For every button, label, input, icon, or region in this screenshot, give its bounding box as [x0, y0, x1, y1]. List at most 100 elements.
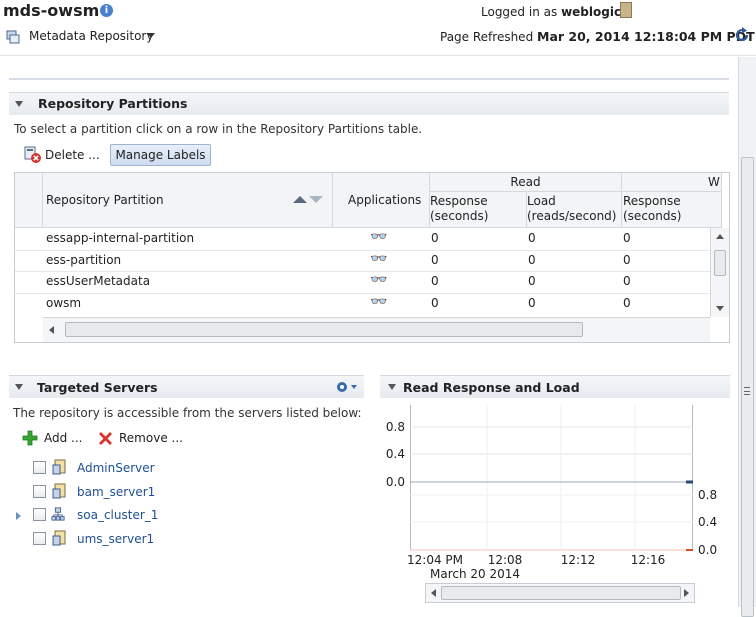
- read-response-value: 0: [431, 253, 439, 267]
- delete-icon[interactable]: [24, 146, 42, 164]
- server-checkbox[interactable]: [33, 532, 46, 545]
- read-response-value: 0: [431, 231, 439, 245]
- server-link[interactable]: soa_cluster_1: [77, 508, 158, 522]
- scrollbar-grip-icon: [744, 387, 750, 395]
- cluster-icon: [51, 507, 65, 521]
- page-title: mds-owsm: [3, 1, 100, 20]
- server-link[interactable]: ums_server1: [77, 532, 154, 546]
- user-menu-icon[interactable]: [620, 2, 632, 18]
- info-icon[interactable]: i: [100, 4, 113, 17]
- scroll-right-icon[interactable]: [684, 589, 689, 597]
- left-axis-tick: 0.4: [386, 447, 405, 461]
- page-refreshed-value: Mar 20, 2014 12:18:04 PM PDT: [537, 29, 755, 44]
- logged-in-status: Logged in as weblogic: [481, 5, 621, 19]
- read-response-chart: 0.0 0.4 0.8 0.0 0.4 0.8 12:04 PM 12:08 12:12 12:1…: [386, 405, 717, 581]
- collapse-icon[interactable]: [388, 384, 396, 390]
- chevron-down-icon[interactable]: [147, 33, 155, 38]
- table-vscroll-thumb[interactable]: [714, 250, 726, 276]
- write-response-value: 0: [623, 296, 631, 310]
- partition-name[interactable]: owsm: [43, 296, 81, 310]
- chart-title: Read Response and Load: [403, 380, 580, 395]
- server-checkbox[interactable]: [33, 485, 46, 498]
- table-vertical-scrollbar[interactable]: [710, 228, 729, 317]
- column-header-read-response-label: Response (seconds): [430, 194, 489, 223]
- column-header-partition[interactable]: Repository Partition: [43, 173, 333, 228]
- view-applications-icon[interactable]: 👓: [367, 251, 387, 267]
- partition-name[interactable]: essapp-internal-partition: [43, 231, 194, 245]
- row-divider: [15, 250, 710, 251]
- content-divider: [9, 78, 729, 80]
- write-response-value: 0: [623, 274, 631, 288]
- column-header-write-response-label: Response (seconds): [623, 194, 682, 223]
- target-menu[interactable]: Metadata Repository: [29, 29, 153, 43]
- column-group-write-label: W: [708, 175, 720, 189]
- column-group-read: Read: [430, 173, 622, 192]
- write-response-value: 0: [623, 231, 631, 245]
- read-load-value: 0: [528, 253, 536, 267]
- column-group-write: W: [622, 173, 722, 192]
- server-link[interactable]: AdminServer: [77, 461, 155, 475]
- x-axis-tick: 12:04 PM: [407, 553, 463, 567]
- server-checkbox[interactable]: [33, 508, 46, 521]
- add-server-button[interactable]: Add ...: [44, 431, 83, 445]
- repository-partitions-title: Repository Partitions: [38, 96, 188, 111]
- x-axis-tick: 12:12: [561, 553, 596, 567]
- chart-hscroll-thumb[interactable]: [441, 586, 681, 600]
- username[interactable]: weblogic: [561, 5, 621, 19]
- metadata-repository-icon: [6, 30, 20, 44]
- sort-ascending-icon[interactable]: [293, 196, 307, 203]
- table-horizontal-scrollbar[interactable]: [43, 317, 710, 342]
- server-link[interactable]: bam_server1: [77, 485, 155, 499]
- read-load-value: 0: [528, 274, 536, 288]
- view-applications-icon[interactable]: 👓: [367, 272, 387, 288]
- scroll-left-icon[interactable]: [431, 589, 436, 597]
- column-header-applications[interactable]: Applications: [333, 173, 430, 228]
- server-icon: [52, 459, 66, 475]
- collapse-icon[interactable]: [15, 101, 23, 107]
- partition-name[interactable]: ess-partition: [43, 253, 121, 267]
- expand-icon[interactable]: [16, 512, 21, 520]
- remove-icon[interactable]: [97, 430, 114, 447]
- targeted-servers-hint: The repository is accessible from the se…: [13, 406, 362, 420]
- column-header-read-response[interactable]: Response (seconds): [430, 192, 527, 228]
- logged-in-label: Logged in as: [481, 5, 558, 19]
- sort-descending-icon[interactable]: [309, 196, 323, 203]
- left-axis-tick: 0.0: [386, 475, 405, 489]
- right-axis-tick: 0.4: [698, 515, 717, 529]
- partitions-hint: To select a partition click on a row in …: [14, 122, 423, 136]
- view-applications-icon[interactable]: 👓: [367, 294, 387, 310]
- manage-labels-button[interactable]: Manage Labels: [110, 144, 211, 166]
- write-response-value: 0: [623, 253, 631, 267]
- scroll-up-icon[interactable]: [716, 234, 724, 239]
- repository-partitions-header[interactable]: Repository Partitions: [9, 92, 729, 115]
- column-header-write-response[interactable]: Response (seconds): [622, 192, 722, 228]
- targeted-servers-header[interactable]: Targeted Servers: [9, 375, 364, 398]
- chart-horizontal-scrollbar[interactable]: [425, 583, 695, 603]
- page-refreshed: Page Refreshed Mar 20, 2014 12:18:04 PM …: [440, 29, 755, 44]
- collapse-icon[interactable]: [15, 384, 23, 390]
- column-header-partition-label: Repository Partition: [46, 193, 164, 207]
- x-axis-tick: 12:08: [488, 553, 523, 567]
- refresh-icon[interactable]: [734, 27, 750, 43]
- delete-button[interactable]: Delete ...: [45, 148, 100, 162]
- read-response-header[interactable]: Read Response and Load: [380, 375, 730, 398]
- read-load-value: 0: [528, 231, 536, 245]
- server-icon: [52, 483, 66, 499]
- targeted-servers-title: Targeted Servers: [37, 380, 158, 395]
- page-refreshed-label: Page Refreshed: [440, 30, 534, 44]
- view-applications-icon[interactable]: 👓: [367, 229, 387, 245]
- table-hscroll-thumb[interactable]: [65, 322, 583, 337]
- read-response-value: 0: [431, 274, 439, 288]
- column-header-read-load[interactable]: Load (reads/second): [527, 192, 622, 228]
- add-icon[interactable]: [22, 430, 38, 446]
- read-load-value: 0: [528, 296, 536, 310]
- partition-name[interactable]: essUserMetadata: [43, 274, 150, 288]
- server-checkbox[interactable]: [33, 461, 46, 474]
- remove-server-button[interactable]: Remove ...: [119, 431, 183, 445]
- scroll-down-icon[interactable]: [716, 306, 724, 311]
- page-scrollbar[interactable]: [738, 57, 756, 617]
- repository-partitions-table: Repository Partition Applications Read W…: [14, 172, 730, 343]
- gear-icon[interactable]: [335, 380, 359, 394]
- column-header-applications-label: Applications: [348, 193, 422, 207]
- scroll-left-icon[interactable]: [49, 326, 54, 334]
